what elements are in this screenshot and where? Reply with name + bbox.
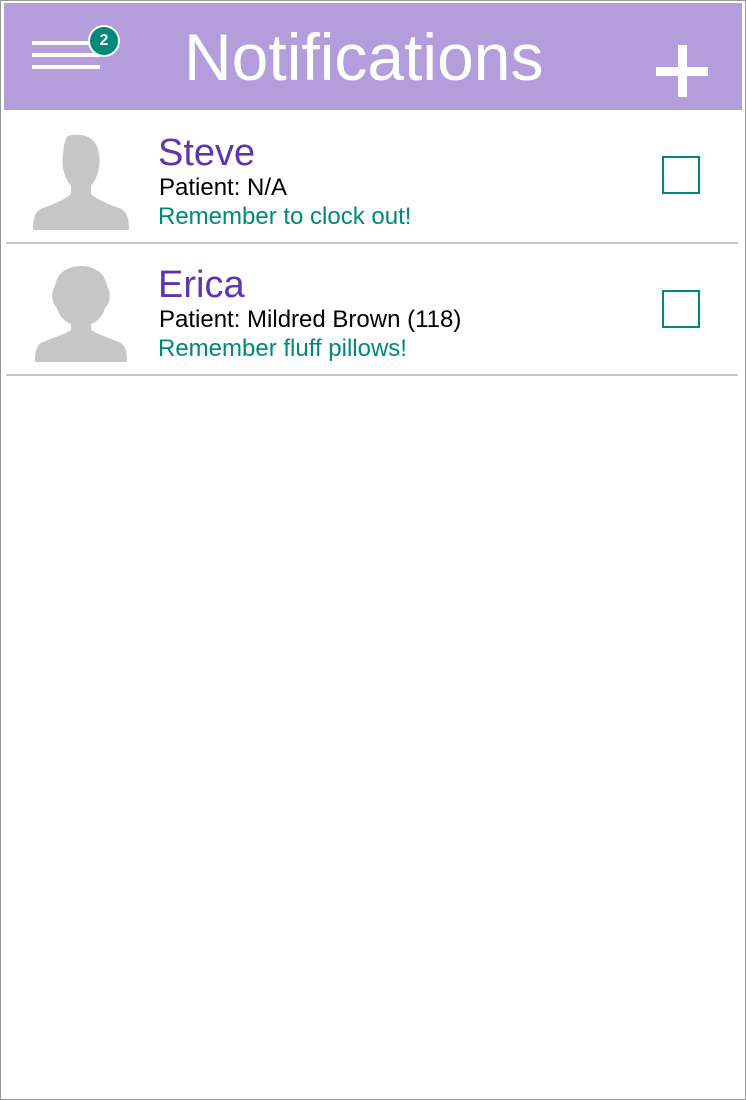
add-notification-button[interactable] xyxy=(656,45,710,99)
app-frame: 2 Notifications Steve Patient: N/A Remem… xyxy=(0,0,746,1100)
notification-checkbox[interactable] xyxy=(662,156,700,194)
plus-icon-stroke xyxy=(678,45,687,97)
patient-label: Patient: Mildred Brown (118) xyxy=(159,306,462,333)
app-header: 2 Notifications xyxy=(4,3,742,110)
sender-name: Erica xyxy=(158,264,245,306)
notification-message: Remember fluff pillows! xyxy=(158,335,407,362)
notification-item[interactable]: Steve Patient: N/A Remember to clock out… xyxy=(6,110,738,244)
notification-message: Remember to clock out! xyxy=(158,203,412,230)
notification-item[interactable]: Erica Patient: Mildred Brown (118) Remem… xyxy=(6,244,738,376)
female-avatar-icon xyxy=(35,266,127,362)
male-avatar-icon xyxy=(33,134,129,230)
hamburger-menu-icon-bar xyxy=(32,53,100,57)
notification-checkbox[interactable] xyxy=(662,290,700,328)
page-title: Notifications xyxy=(184,20,544,94)
patient-label: Patient: N/A xyxy=(159,174,288,201)
notification-count-badge: 2 xyxy=(88,25,120,57)
notification-list: Steve Patient: N/A Remember to clock out… xyxy=(6,110,738,376)
hamburger-menu-icon-bar xyxy=(32,65,100,69)
sender-name: Steve xyxy=(158,132,256,174)
